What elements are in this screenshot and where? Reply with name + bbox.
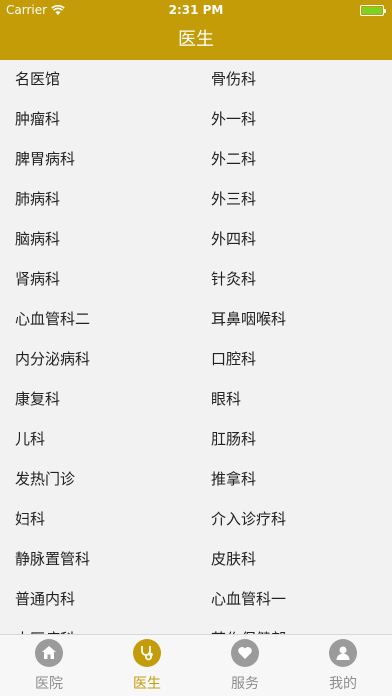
department-item[interactable]: 静脉置管科: [0, 540, 195, 579]
department-item[interactable]: 儿科: [0, 420, 195, 459]
department-item[interactable]: 中医病科: [0, 620, 195, 634]
tab-label: 我的: [329, 676, 357, 692]
department-item[interactable]: 发热门诊: [0, 460, 195, 499]
department-item[interactable]: 外三科: [196, 180, 391, 219]
department-item[interactable]: 推拿科: [196, 460, 391, 499]
tab-stethoscope[interactable]: 医生: [98, 635, 196, 696]
department-item[interactable]: 介入诊疗科: [196, 500, 391, 539]
department-item[interactable]: 外一科: [196, 100, 391, 139]
department-item[interactable]: 耳鼻咽喉科: [196, 300, 391, 339]
department-item[interactable]: 眼科: [196, 380, 391, 419]
tab-label: 医院: [35, 676, 63, 692]
tab-bar: 医院 医生 服务 我的: [0, 634, 392, 696]
department-item[interactable]: 外四科: [196, 220, 391, 259]
battery-icon: [360, 5, 386, 16]
department-item[interactable]: 针灸科: [196, 260, 391, 299]
department-item[interactable]: 外二科: [196, 140, 391, 179]
department-item[interactable]: 芙作保健部: [196, 620, 391, 634]
home-icon: [35, 639, 63, 667]
stethoscope-icon: [133, 639, 161, 667]
battery-level: [362, 7, 382, 14]
department-item[interactable]: 心血管科一: [196, 580, 391, 619]
department-item[interactable]: 内分泌病科: [0, 340, 195, 379]
status-bar: Carrier 2:31 PM: [0, 0, 392, 20]
user-icon: [329, 639, 357, 667]
department-item[interactable]: 肺病科: [0, 180, 195, 219]
tab-home[interactable]: 医院: [0, 635, 98, 696]
department-item[interactable]: 妇科: [0, 500, 195, 539]
department-item[interactable]: 肿瘤科: [0, 100, 195, 139]
department-item[interactable]: 脾胃病科: [0, 140, 195, 179]
tab-heart[interactable]: 服务: [196, 635, 294, 696]
department-item[interactable]: 肛肠科: [196, 420, 391, 459]
page-title: 医生: [178, 29, 214, 50]
status-time: 2:31 PM: [168, 3, 224, 17]
tab-label: 医生: [133, 676, 161, 692]
department-item[interactable]: 口腔科: [196, 340, 391, 379]
department-item[interactable]: 肾病科: [0, 260, 195, 299]
department-item[interactable]: 脑病科: [0, 220, 195, 259]
department-grid[interactable]: 名医馆 骨伤科 肿瘤科 外一科 脾胃病科 外二科 肺病科 外三科 脑病科 外四科 肾病科 针灸科 心血管…: [0, 60, 392, 634]
department-item[interactable]: 皮肤科: [196, 540, 391, 579]
department-item[interactable]: 普通内科: [0, 580, 195, 619]
nav-bar: 医生: [0, 20, 392, 60]
tab-label: 服务: [231, 676, 259, 692]
department-item[interactable]: 康复科: [0, 380, 195, 419]
tab-user[interactable]: 我的: [294, 635, 392, 696]
department-item[interactable]: 骨伤科: [196, 60, 391, 99]
heart-icon: [231, 639, 259, 667]
department-item[interactable]: 名医馆: [0, 60, 195, 99]
department-item[interactable]: 心血管科二: [0, 300, 195, 339]
